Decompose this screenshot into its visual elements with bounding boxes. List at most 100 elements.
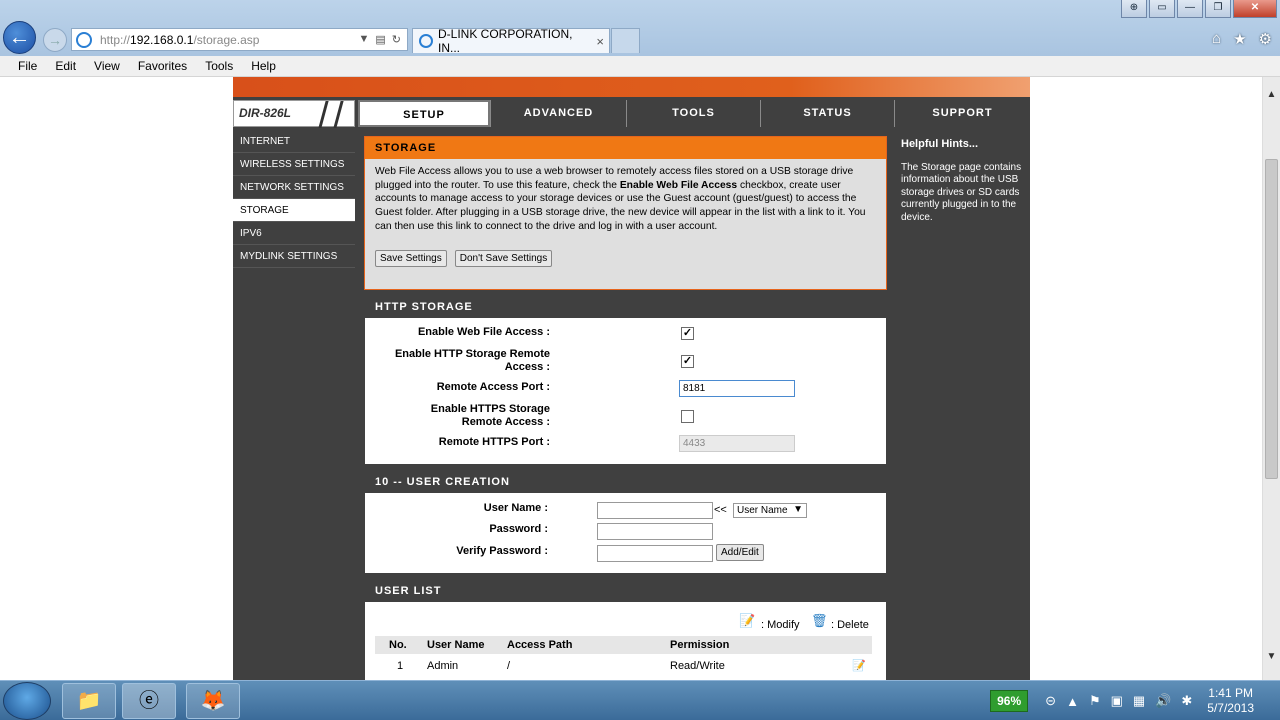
tab-status[interactable]: STATUS	[760, 100, 894, 127]
select-value: User Name	[737, 505, 788, 516]
tab-advanced[interactable]: ADVANCED	[490, 100, 626, 127]
verify-password-label: Verify Password :	[456, 545, 548, 557]
verify-password-input[interactable]	[597, 545, 713, 562]
tab-support[interactable]: SUPPORT	[894, 100, 1030, 127]
cell-username: Admin	[427, 659, 459, 672]
chevron-down-icon: ▼	[793, 504, 803, 515]
dropdown-icon[interactable]: ▼	[358, 33, 369, 46]
power-icon[interactable]: ⊝	[1045, 693, 1056, 709]
storage-buttons: Save Settings Don't Save Settings	[365, 242, 886, 277]
ie-taskbar-icon[interactable]: ⓔ	[122, 683, 176, 719]
sidebar-item-mydlink[interactable]: MYDLINK SETTINGS	[233, 245, 355, 268]
col-permission: Permission	[670, 636, 852, 654]
ie-tools: ⌂ ★ ⚙	[1212, 30, 1272, 48]
menu-view[interactable]: View	[85, 59, 129, 73]
battery-indicator[interactable]: 96%	[990, 690, 1029, 712]
password-label: Password :	[489, 523, 548, 535]
back-button[interactable]: ←	[3, 21, 36, 54]
close-window-icon[interactable]: ✕	[1233, 0, 1277, 18]
save-settings-button[interactable]: Save Settings	[375, 249, 447, 267]
cell-permission: Read/Write	[670, 659, 725, 672]
username-input[interactable]	[597, 502, 713, 519]
url-host: 192.168.0.1	[130, 32, 194, 47]
enable-http-remote-checkbox[interactable]: ✓	[681, 355, 694, 368]
compat-icon[interactable]: ▤	[375, 33, 385, 46]
username-select[interactable]: User Name ▼	[733, 503, 807, 518]
scroll-down-icon[interactable]: ▼	[1263, 651, 1280, 668]
sidebar-item-network[interactable]: NETWORK SETTINGS	[233, 176, 355, 199]
network-icon[interactable]: ▦	[1133, 693, 1145, 709]
favorites-icon[interactable]: ★	[1233, 30, 1246, 48]
tab-tools[interactable]: TOOLS	[626, 100, 760, 127]
window-controls: ⊕ ▭ — ❐ ✕	[1121, 0, 1277, 18]
url-prefix: http://	[100, 32, 131, 47]
browser-tab[interactable]: D-LINK CORPORATION, IN... ×	[412, 27, 610, 55]
minimize-icon[interactable]: —	[1177, 0, 1203, 18]
vertical-scrollbar[interactable]: ▲ ▼	[1262, 77, 1280, 680]
modify-label: : Modify	[761, 619, 800, 631]
refresh-icon[interactable]: ↻	[392, 33, 401, 46]
sidebar-item-wireless[interactable]: WIRELESS SETTINGS	[233, 153, 355, 176]
model-name: DIR-826L	[239, 106, 292, 120]
scroll-up-icon[interactable]: ▲	[1263, 89, 1280, 106]
storage-section: STORAGE Web File Access allows you to us…	[364, 136, 887, 290]
explorer-taskbar-icon[interactable]: 📁	[62, 683, 116, 719]
scroll-thumb[interactable]	[1265, 159, 1278, 479]
bluetooth-icon[interactable]: ✱	[1181, 693, 1192, 709]
maximize-icon[interactable]: ❐	[1205, 0, 1231, 18]
password-input[interactable]	[597, 523, 713, 540]
enable-web-checkbox[interactable]: ✓	[681, 327, 694, 340]
page-content: DIR-826L SETUP ADVANCED TOOLS STATUS SUP…	[0, 77, 1262, 680]
browser-titlebar: ← → http://192.168.0.1/storage.asp ▼ ▤ ↻ D…	[0, 0, 1280, 56]
tools-gear-icon[interactable]: ⚙	[1259, 30, 1272, 48]
firefox-taskbar-icon[interactable]: 🦊	[186, 683, 240, 719]
col-no: No.	[375, 636, 427, 654]
hints-title: Helpful Hints...	[901, 138, 978, 150]
menu-tools[interactable]: Tools	[196, 59, 242, 73]
sidebar-item-internet[interactable]: INTERNET	[233, 130, 355, 153]
volume-icon[interactable]: 🔊	[1155, 693, 1171, 709]
forward-button[interactable]: →	[43, 28, 67, 52]
user-list-legend: 📝 : Modify 🗑 : Delete	[365, 602, 886, 636]
address-bar[interactable]: http://192.168.0.1/storage.asp ▼ ▤ ↻	[71, 28, 408, 51]
flag-icon[interactable]: ⚑	[1089, 693, 1101, 709]
start-button[interactable]	[3, 682, 51, 720]
home-icon[interactable]: ⌂	[1212, 30, 1221, 48]
main-panel: STORAGE Web File Access allows you to us…	[364, 136, 887, 680]
sidebar-item-storage[interactable]: STORAGE	[233, 199, 355, 222]
zoom-icon[interactable]: ⊕	[1121, 0, 1147, 18]
user-list-section: USER LIST 📝 : Modify 🗑 : Delete No. User…	[364, 579, 887, 680]
menu-bar: File Edit View Favorites Tools Help	[0, 56, 1280, 77]
sidebar-item-ipv6[interactable]: IPV6	[233, 222, 355, 245]
add-edit-button[interactable]: Add/Edit	[716, 544, 764, 561]
clock-date: 5/7/2013	[1207, 701, 1254, 715]
enable-https-checkbox[interactable]	[681, 410, 694, 423]
table-row: 1 Admin / Read/Write 📝	[375, 654, 872, 677]
tray-expand-icon[interactable]: ▲	[1066, 694, 1079, 709]
url-path: /storage.asp	[193, 32, 260, 47]
menu-edit[interactable]: Edit	[46, 59, 85, 73]
username-label: User Name :	[483, 502, 548, 514]
storage-description: Web File Access allows you to use a web …	[365, 159, 886, 242]
edit-icon: 📝	[739, 613, 756, 628]
clock[interactable]: 1:41 PM 5/7/2013	[1207, 686, 1254, 716]
dont-save-settings-button[interactable]: Don't Save Settings	[454, 249, 553, 267]
remote-port-input[interactable]: 8181	[679, 380, 795, 397]
menu-file[interactable]: File	[9, 59, 46, 73]
menu-help[interactable]: Help	[242, 59, 285, 73]
new-tab-button[interactable]	[611, 28, 640, 53]
menu-favorites[interactable]: Favorites	[129, 59, 196, 73]
clock-time: 1:41 PM	[1208, 686, 1253, 700]
restore-icon[interactable]: ▭	[1149, 0, 1175, 18]
device-icon[interactable]: ▣	[1111, 693, 1123, 709]
tab-close-icon[interactable]: ×	[596, 34, 604, 49]
delete-label: : Delete	[831, 619, 869, 631]
user-table: No. User Name Access Path Permission 1 A…	[375, 636, 872, 677]
router-page: DIR-826L SETUP ADVANCED TOOLS STATUS SUP…	[233, 77, 1030, 680]
label-line: Remote Access :	[461, 416, 550, 428]
https-port-label: Remote HTTPS Port :	[438, 436, 550, 448]
remote-port-label: Remote Access Port :	[436, 381, 550, 393]
tab-setup[interactable]: SETUP	[358, 100, 490, 127]
row-edit-icon[interactable]: 📝	[852, 654, 872, 677]
tab-title: D-LINK CORPORATION, IN...	[438, 27, 573, 55]
